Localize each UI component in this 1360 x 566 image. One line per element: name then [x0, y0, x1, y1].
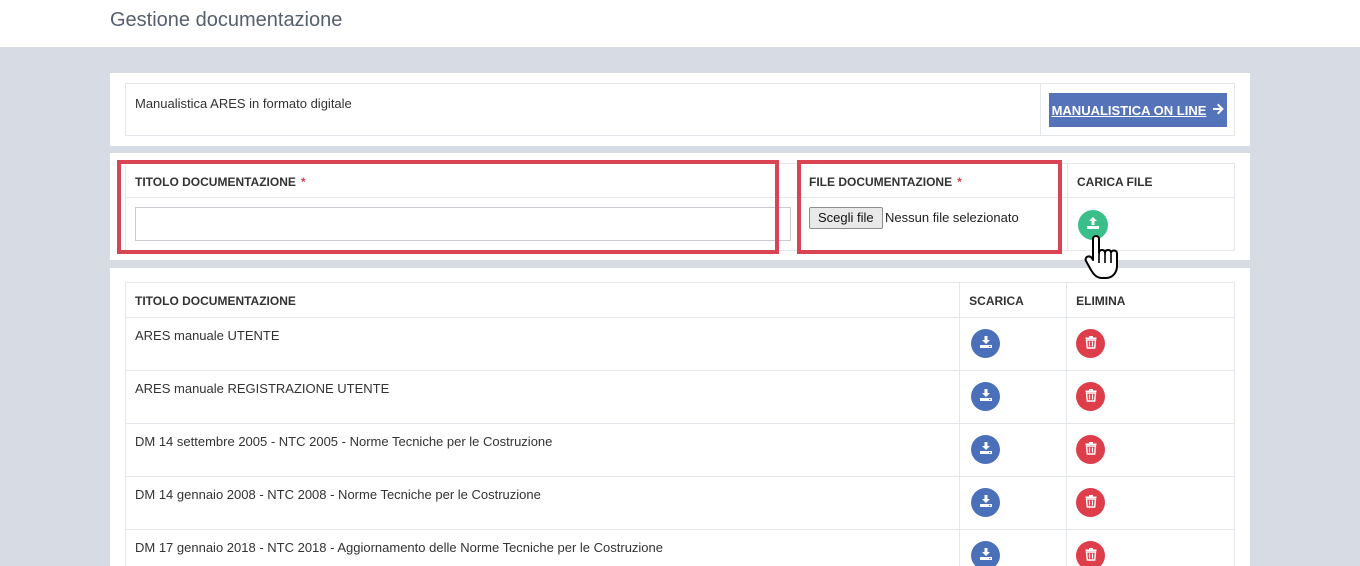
- delete-button[interactable]: [1076, 541, 1106, 566]
- documents-table: TITOLO DOCUMENTAZIONE SCARICA ELIMINA AR…: [124, 282, 1235, 566]
- divider: [1040, 84, 1041, 135]
- page-title: Gestione documentazione: [110, 9, 343, 31]
- title-column: TITOLO DOCUMENTAZIONE *: [126, 164, 799, 250]
- document-title: ARES manuale UTENTE: [124, 317, 961, 371]
- delete-cell: [1066, 370, 1235, 424]
- document-title: ARES manuale REGISTRAZIONE UTENTE: [124, 370, 961, 424]
- delete-button[interactable]: [1076, 435, 1106, 464]
- file-field-label: FILE DOCUMENTAZIONE *: [800, 164, 1067, 198]
- file-label-text: FILE DOCUMENTAZIONE: [809, 175, 953, 189]
- manual-description: Manualistica ARES in formato digitale: [135, 96, 352, 111]
- hand-cursor-icon: [1084, 232, 1124, 282]
- arrow-right-icon: [1212, 103, 1225, 118]
- download-button[interactable]: [971, 488, 1001, 517]
- upload-label: CARICA FILE: [1068, 164, 1234, 198]
- download-icon: [979, 388, 993, 405]
- download-cell: [959, 423, 1068, 477]
- title-field-label: TITOLO DOCUMENTAZIONE *: [126, 164, 799, 198]
- download-icon: [979, 547, 993, 564]
- delete-cell: [1066, 423, 1235, 477]
- title-label-text: TITOLO DOCUMENTAZIONE: [135, 175, 296, 189]
- manual-panel: Manualistica ARES in formato digitale MA…: [110, 73, 1250, 146]
- delete-cell: [1066, 317, 1235, 371]
- download-button[interactable]: [971, 329, 1001, 358]
- document-title: DM 14 settembre 2005 - NTC 2005 - Norme …: [124, 423, 961, 477]
- download-icon: [979, 494, 993, 511]
- delete-button[interactable]: [1076, 382, 1106, 411]
- delete-button[interactable]: [1076, 488, 1106, 517]
- download-cell: [959, 529, 1068, 566]
- trash-icon: [1084, 547, 1098, 564]
- file-column: FILE DOCUMENTAZIONE * Scegli file Nessun …: [799, 164, 1067, 250]
- header-delete: ELIMINA: [1066, 282, 1235, 318]
- manual-online-label: MANUALISTICA ON LINE: [1051, 102, 1207, 118]
- table-row: ARES manuale REGISTRAZIONE UTENTE: [124, 370, 1235, 424]
- table-row: DM 14 settembre 2005 - NTC 2005 - Norme …: [124, 423, 1235, 477]
- trash-icon: [1084, 441, 1098, 458]
- download-button[interactable]: [971, 435, 1001, 464]
- download-button[interactable]: [971, 382, 1001, 411]
- table-row: DM 17 gennaio 2018 - NTC 2018 - Aggiorna…: [124, 529, 1235, 566]
- download-cell: [959, 476, 1068, 530]
- trash-icon: [1084, 335, 1098, 352]
- download-cell: [959, 317, 1068, 371]
- required-mark: *: [957, 175, 962, 189]
- manual-online-button[interactable]: MANUALISTICA ON LINE: [1049, 93, 1227, 127]
- upload-form: TITOLO DOCUMENTAZIONE * FILE DOCUMENTAZIO…: [125, 163, 1235, 251]
- download-icon: [979, 441, 993, 458]
- table-header-row: TITOLO DOCUMENTAZIONE SCARICA ELIMINA: [124, 282, 1235, 318]
- header-title: TITOLO DOCUMENTAZIONE: [124, 282, 961, 318]
- title-input[interactable]: [135, 207, 791, 241]
- file-status: Nessun file selezionato: [885, 210, 1019, 225]
- documents-panel: TITOLO DOCUMENTAZIONE SCARICA ELIMINA AR…: [110, 268, 1250, 566]
- document-title: DM 17 gennaio 2018 - NTC 2018 - Aggiorna…: [124, 529, 961, 566]
- manual-box: Manualistica ARES in formato digitale MA…: [125, 83, 1235, 136]
- trash-icon: [1084, 388, 1098, 405]
- document-title: DM 14 gennaio 2008 - NTC 2008 - Norme Te…: [124, 476, 961, 530]
- top-bar: Gestione documentazione: [0, 0, 1360, 47]
- header-download: SCARICA: [959, 282, 1068, 318]
- trash-icon: [1084, 494, 1098, 511]
- download-button[interactable]: [971, 541, 1001, 566]
- required-mark: *: [300, 175, 306, 189]
- delete-cell: [1066, 476, 1235, 530]
- delete-cell: [1066, 529, 1235, 566]
- table-row: DM 14 gennaio 2008 - NTC 2008 - Norme Te…: [124, 476, 1235, 530]
- upload-panel: TITOLO DOCUMENTAZIONE * FILE DOCUMENTAZIO…: [110, 153, 1250, 260]
- download-icon: [979, 335, 993, 352]
- download-cell: [959, 370, 1068, 424]
- choose-file-button[interactable]: Scegli file: [809, 207, 883, 229]
- delete-button[interactable]: [1076, 329, 1106, 358]
- table-row: ARES manuale UTENTE: [124, 317, 1235, 371]
